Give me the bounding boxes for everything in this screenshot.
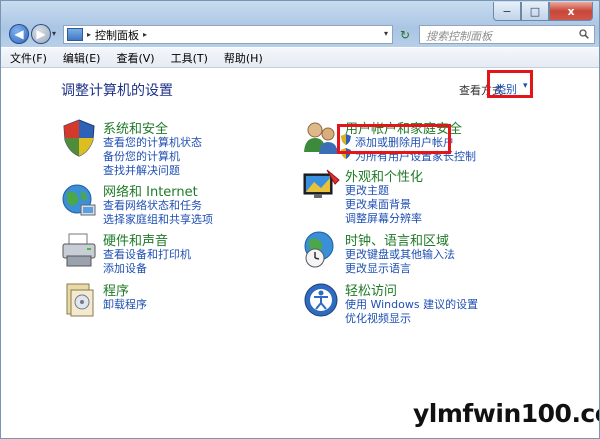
link-change-display-language[interactable]: 更改显示语言 [345, 260, 411, 276]
category-network-internet: 网络和 Internet 查看网络状态和任务 选择家庭组和共享选项 [59, 181, 279, 226]
category-system-security: 系统和安全 查看您的计算机状态 备份您的计算机 查找并解决问题 [59, 118, 279, 178]
link-uninstall-program[interactable]: 卸载程序 [103, 296, 147, 312]
clock-globe-icon[interactable] [301, 230, 341, 270]
menu-file[interactable]: 文件(F) [1, 50, 54, 66]
shield-icon[interactable] [59, 118, 99, 158]
forward-button[interactable]: ▶ [31, 24, 51, 44]
category-appearance: 外观和个性化 更改主题 更改桌面背景 调整屏幕分辨率 [301, 166, 531, 226]
minimize-button[interactable]: − [493, 2, 521, 21]
link-homegroup-sharing[interactable]: 选择家庭组和共享选项 [103, 211, 213, 227]
printer-icon[interactable] [59, 230, 99, 270]
link-add-device[interactable]: 添加设备 [103, 260, 147, 276]
page-title: 调整计算机的设置 [61, 83, 173, 99]
menu-help[interactable]: 帮助(H) [215, 50, 270, 66]
control-panel-window: − □ x ◀ ▶ ▾ ▸ 控制面板 ▸ ▾ ↻ 搜索控制面板 文件(F) 编辑… [0, 0, 600, 439]
highlight-box-view-by [487, 70, 533, 98]
ease-of-access-icon[interactable] [301, 280, 341, 320]
search-input[interactable]: 搜索控制面板 [419, 25, 595, 44]
breadcrumb-separator-icon[interactable]: ▸ [143, 30, 147, 39]
category-ease-of-access: 轻松访问 使用 Windows 建议的设置 优化视频显示 [301, 280, 531, 325]
highlight-box-add-remove-users [337, 124, 451, 154]
address-dropdown-icon[interactable]: ▾ [384, 29, 388, 38]
recent-pages-dropdown-icon[interactable]: ▾ [52, 29, 60, 39]
search-placeholder: 搜索控制面板 [426, 30, 492, 43]
menu-bar: 文件(F) 编辑(E) 查看(V) 工具(T) 帮助(H) [1, 48, 599, 68]
control-panel-icon [67, 28, 83, 41]
back-button[interactable]: ◀ [9, 24, 29, 44]
title-bar: − □ x ◀ ▶ ▾ ▸ 控制面板 ▸ ▾ ↻ 搜索控制面板 [1, 1, 599, 47]
watermark-text: ylmfwin100.com [413, 399, 599, 428]
network-globe-icon[interactable] [59, 181, 99, 221]
breadcrumb-control-panel[interactable]: 控制面板 [95, 27, 139, 43]
menu-view[interactable]: 查看(V) [107, 50, 161, 66]
address-bar[interactable]: ▸ 控制面板 ▸ ▾ [63, 25, 393, 44]
maximize-button[interactable]: □ [521, 2, 549, 21]
users-icon[interactable] [301, 118, 341, 158]
category-programs: 程序 卸载程序 [59, 280, 279, 320]
link-optimize-visual-display[interactable]: 优化视频显示 [345, 310, 411, 326]
close-button[interactable]: x [549, 2, 593, 21]
menu-edit[interactable]: 编辑(E) [54, 50, 108, 66]
category-hardware-sound: 硬件和声音 查看设备和打印机 添加设备 [59, 230, 279, 275]
link-troubleshoot[interactable]: 查找并解决问题 [103, 162, 180, 178]
menu-tools[interactable]: 工具(T) [162, 50, 215, 66]
breadcrumb-separator-icon[interactable]: ▸ [87, 30, 91, 39]
category-clock-language-region: 时钟、语言和区域 更改键盘或其他输入法 更改显示语言 [301, 230, 531, 275]
search-icon[interactable] [579, 29, 589, 39]
refresh-icon[interactable]: ↻ [397, 27, 413, 43]
window-controls: − □ x [493, 2, 593, 21]
content-pane: 调整计算机的设置 查看方式: 类别 ▾ 系统和安全 查看您的计算机状态 备份您的… [1, 68, 599, 438]
appearance-icon[interactable] [301, 166, 341, 206]
programs-icon[interactable] [59, 280, 99, 320]
link-adjust-screen-resolution[interactable]: 调整屏幕分辨率 [345, 210, 422, 226]
